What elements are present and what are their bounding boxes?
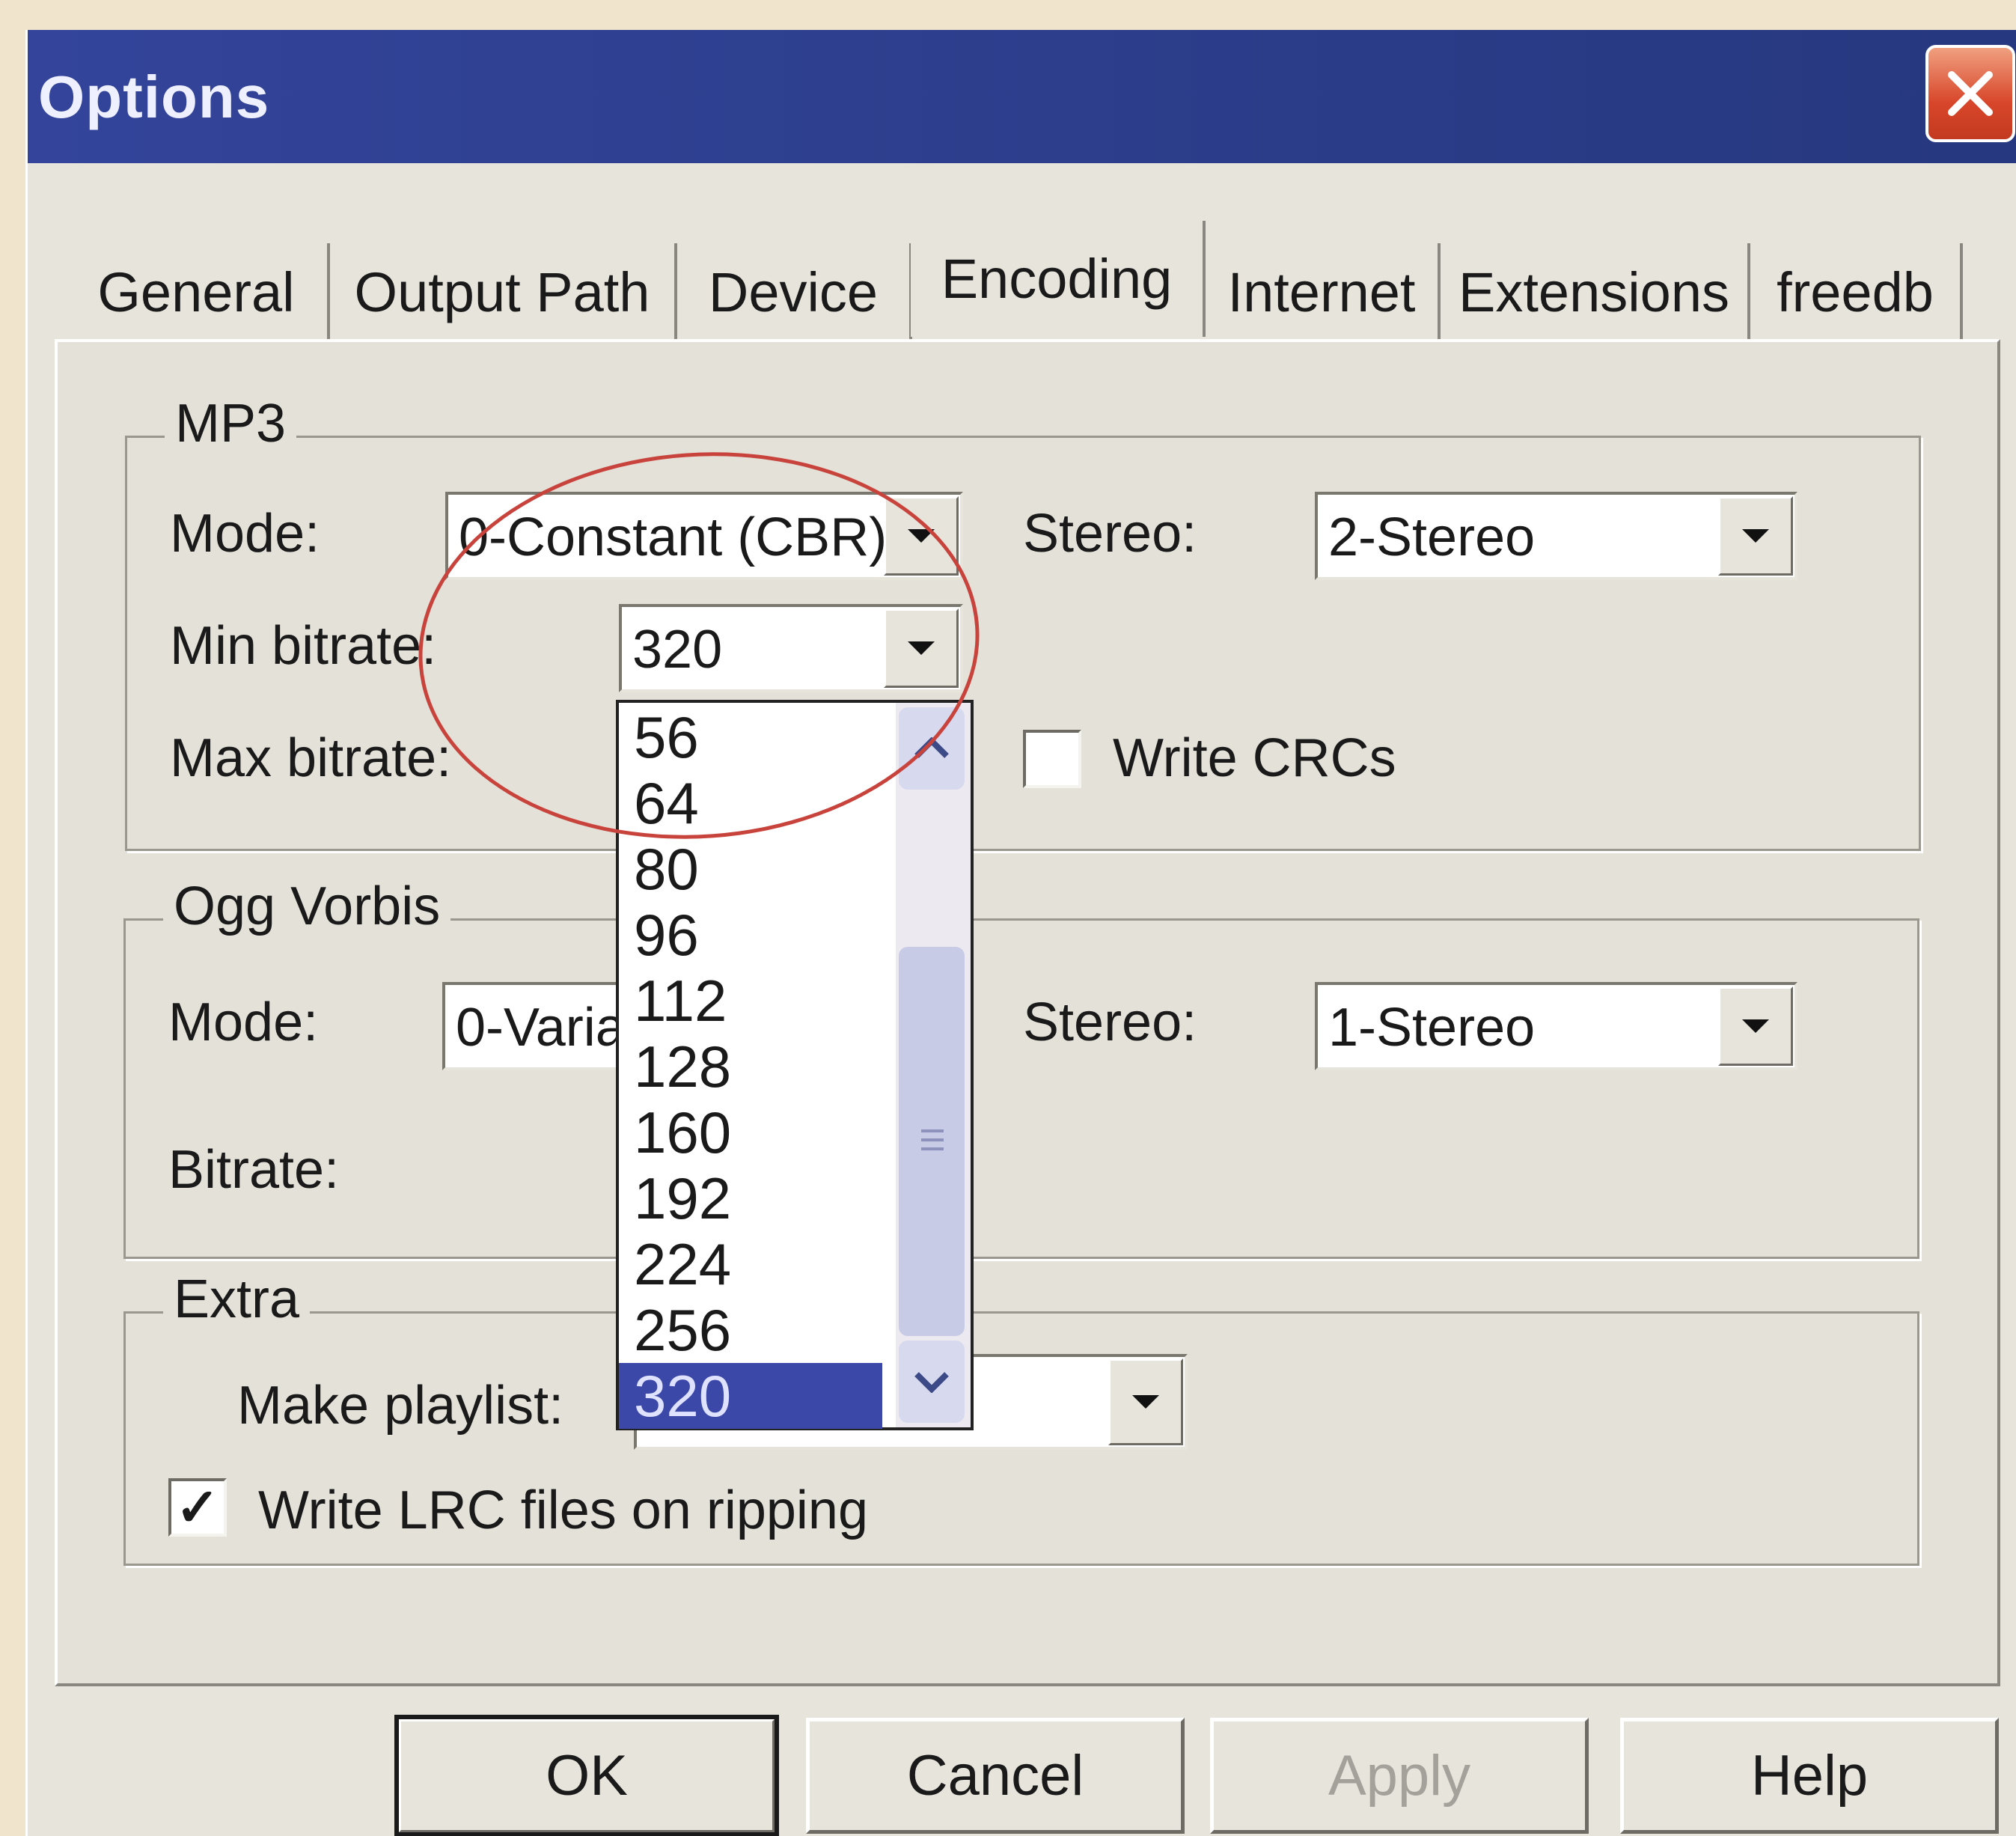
apply-button[interactable]: Apply [1210,1718,1589,1834]
tab-output-path[interactable]: Output Path [330,243,677,341]
list-item[interactable]: 128 [634,1034,731,1100]
tab-encoding[interactable]: Encoding [911,221,1206,337]
tab-label: Encoding [941,248,1173,310]
cancel-label: Cancel [906,1744,1084,1808]
make-playlist-label: Make playlist: [237,1376,564,1436]
window-title: Options [38,64,270,130]
list-item[interactable]: 256 [634,1297,731,1363]
ogg-legend: Ogg Vorbis [163,876,451,937]
ok-button[interactable]: OK [394,1715,779,1836]
dropdown-scrollbar[interactable] [896,703,971,1427]
tab-strip: General Output Path Device Encoding Inte… [28,221,2016,341]
ogg-vorbis-group: Ogg Vorbis [123,876,1919,1259]
check-mark-icon: ✓ [175,1478,220,1537]
tab-label: freedb [1777,260,1934,323]
tab-label: Extensions [1458,260,1729,323]
ogg-stereo-label: Stereo: [1023,992,1197,1052]
mp3-legend: MP3 [165,393,297,454]
tab-label: Output Path [354,260,650,323]
list-item[interactable]: 224 [634,1231,731,1297]
chevron-down-icon [1132,1395,1159,1409]
help-label: Help [1750,1744,1869,1808]
make-playlist-dropdown-button[interactable] [1108,1358,1183,1445]
tab-extensions[interactable]: Extensions [1441,243,1750,341]
chevron-down-icon [914,1372,949,1393]
list-item[interactable]: 192 [634,1165,731,1231]
mp3-stereo-select[interactable]: 2-Stereo [1315,492,1797,580]
close-button[interactable] [1925,45,2015,142]
extra-legend: Extra [163,1269,311,1330]
ogg-stereo-value: 1-Stereo [1328,998,1536,1058]
title-bar[interactable]: Options [28,30,2016,163]
tab-label: Device [708,260,879,323]
tab-label: Internet [1227,260,1416,323]
chevron-down-icon [1742,1019,1769,1033]
chevron-down-icon [1742,529,1769,543]
tab-general[interactable]: General [65,243,330,341]
scroll-thumb[interactable] [899,947,965,1336]
ogg-mode-label: Mode: [168,992,319,1052]
write-crcs-checkbox[interactable] [1023,730,1081,788]
ogg-bitrate-label: Bitrate: [168,1140,340,1200]
max-bitrate-label: Max bitrate: [170,728,452,788]
list-item[interactable]: 80 [634,836,699,902]
ok-label: OK [546,1744,628,1808]
cancel-button[interactable]: Cancel [806,1718,1185,1834]
list-item-selected[interactable]: 320 [619,1363,882,1429]
list-item[interactable]: 96 [634,902,699,968]
ogg-mode-value: 0-Varia [456,998,626,1058]
help-button[interactable]: Help [1620,1718,1999,1834]
tab-freedb[interactable]: freedb [1750,243,1963,341]
encoding-panel: MP3 Mode: 0-Constant (CBR) Stereo: 2-Ste… [55,339,2000,1686]
mp3-stereo-dropdown-button[interactable] [1718,496,1793,576]
write-lrc-label: Write LRC files on ripping [258,1480,868,1540]
scroll-down-button[interactable] [899,1341,965,1423]
tab-label: General [97,260,295,323]
mp3-mode-label: Mode: [170,504,320,564]
ogg-stereo-dropdown-button[interactable] [1718,986,1793,1066]
list-item[interactable]: 112 [634,968,727,1034]
mp3-stereo-label: Stereo: [1023,504,1197,564]
options-dialog: Options General Output Path Device Encod… [25,30,2016,1836]
write-lrc-checkbox[interactable]: ✓ [168,1478,227,1537]
list-item[interactable]: 160 [634,1100,731,1165]
write-crcs-label: Write CRCs [1113,728,1396,788]
close-icon [1948,71,1993,116]
tab-device[interactable]: Device [677,243,912,341]
min-bitrate-label: Min bitrate: [170,616,437,676]
ogg-stereo-select[interactable]: 1-Stereo [1315,982,1797,1070]
tab-internet[interactable]: Internet [1206,243,1441,341]
mp3-stereo-value: 2-Stereo [1328,507,1536,567]
apply-label: Apply [1328,1744,1471,1808]
